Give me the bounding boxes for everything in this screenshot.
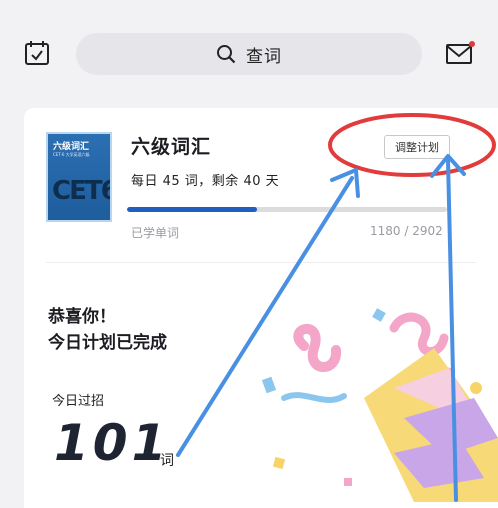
congrats-line-2: 今日计划已完成 — [48, 333, 167, 353]
search-label: 查词 — [246, 46, 282, 67]
calendar-check-icon[interactable] — [20, 36, 54, 70]
adjust-plan-button[interactable]: 调整计划 — [384, 135, 450, 159]
daily-plan-info: 每日 45 词，剩余 40 天 — [131, 174, 280, 189]
learned-words-label: 已学单词 — [131, 226, 180, 240]
search-bar[interactable]: 查词 — [76, 33, 422, 75]
party-popper-illustration — [261, 308, 498, 502]
mail-icon[interactable] — [442, 36, 478, 70]
notification-dot — [469, 41, 475, 47]
progress-bar — [127, 207, 447, 212]
today-word-count: 101 — [54, 414, 171, 472]
cover-big-text: CET6 — [52, 176, 112, 206]
cover-title: 六级词汇 — [53, 142, 90, 152]
divider — [46, 262, 476, 263]
learned-words-count: 1180 / 2902 — [370, 224, 443, 238]
top-bar: 查词 — [0, 0, 498, 100]
congrats-text: 恭喜你！ 今日计划已完成 — [48, 304, 167, 356]
word-book-card: 六级词汇 CET-6 大学英语六级 CET6 六级词汇 每日 45 词，剩余 4… — [24, 108, 498, 508]
book-cover[interactable]: 六级词汇 CET-6 大学英语六级 CET6 — [46, 132, 112, 222]
progress-fill — [127, 207, 257, 212]
search-icon — [217, 45, 236, 64]
cover-subtitle: CET-6 大学英语六级 — [53, 152, 90, 157]
book-title: 六级词汇 — [131, 136, 212, 158]
today-review-label: 今日过招 — [52, 394, 105, 409]
word-unit: 词 — [160, 453, 174, 469]
congrats-line-1: 恭喜你！ — [48, 307, 116, 327]
